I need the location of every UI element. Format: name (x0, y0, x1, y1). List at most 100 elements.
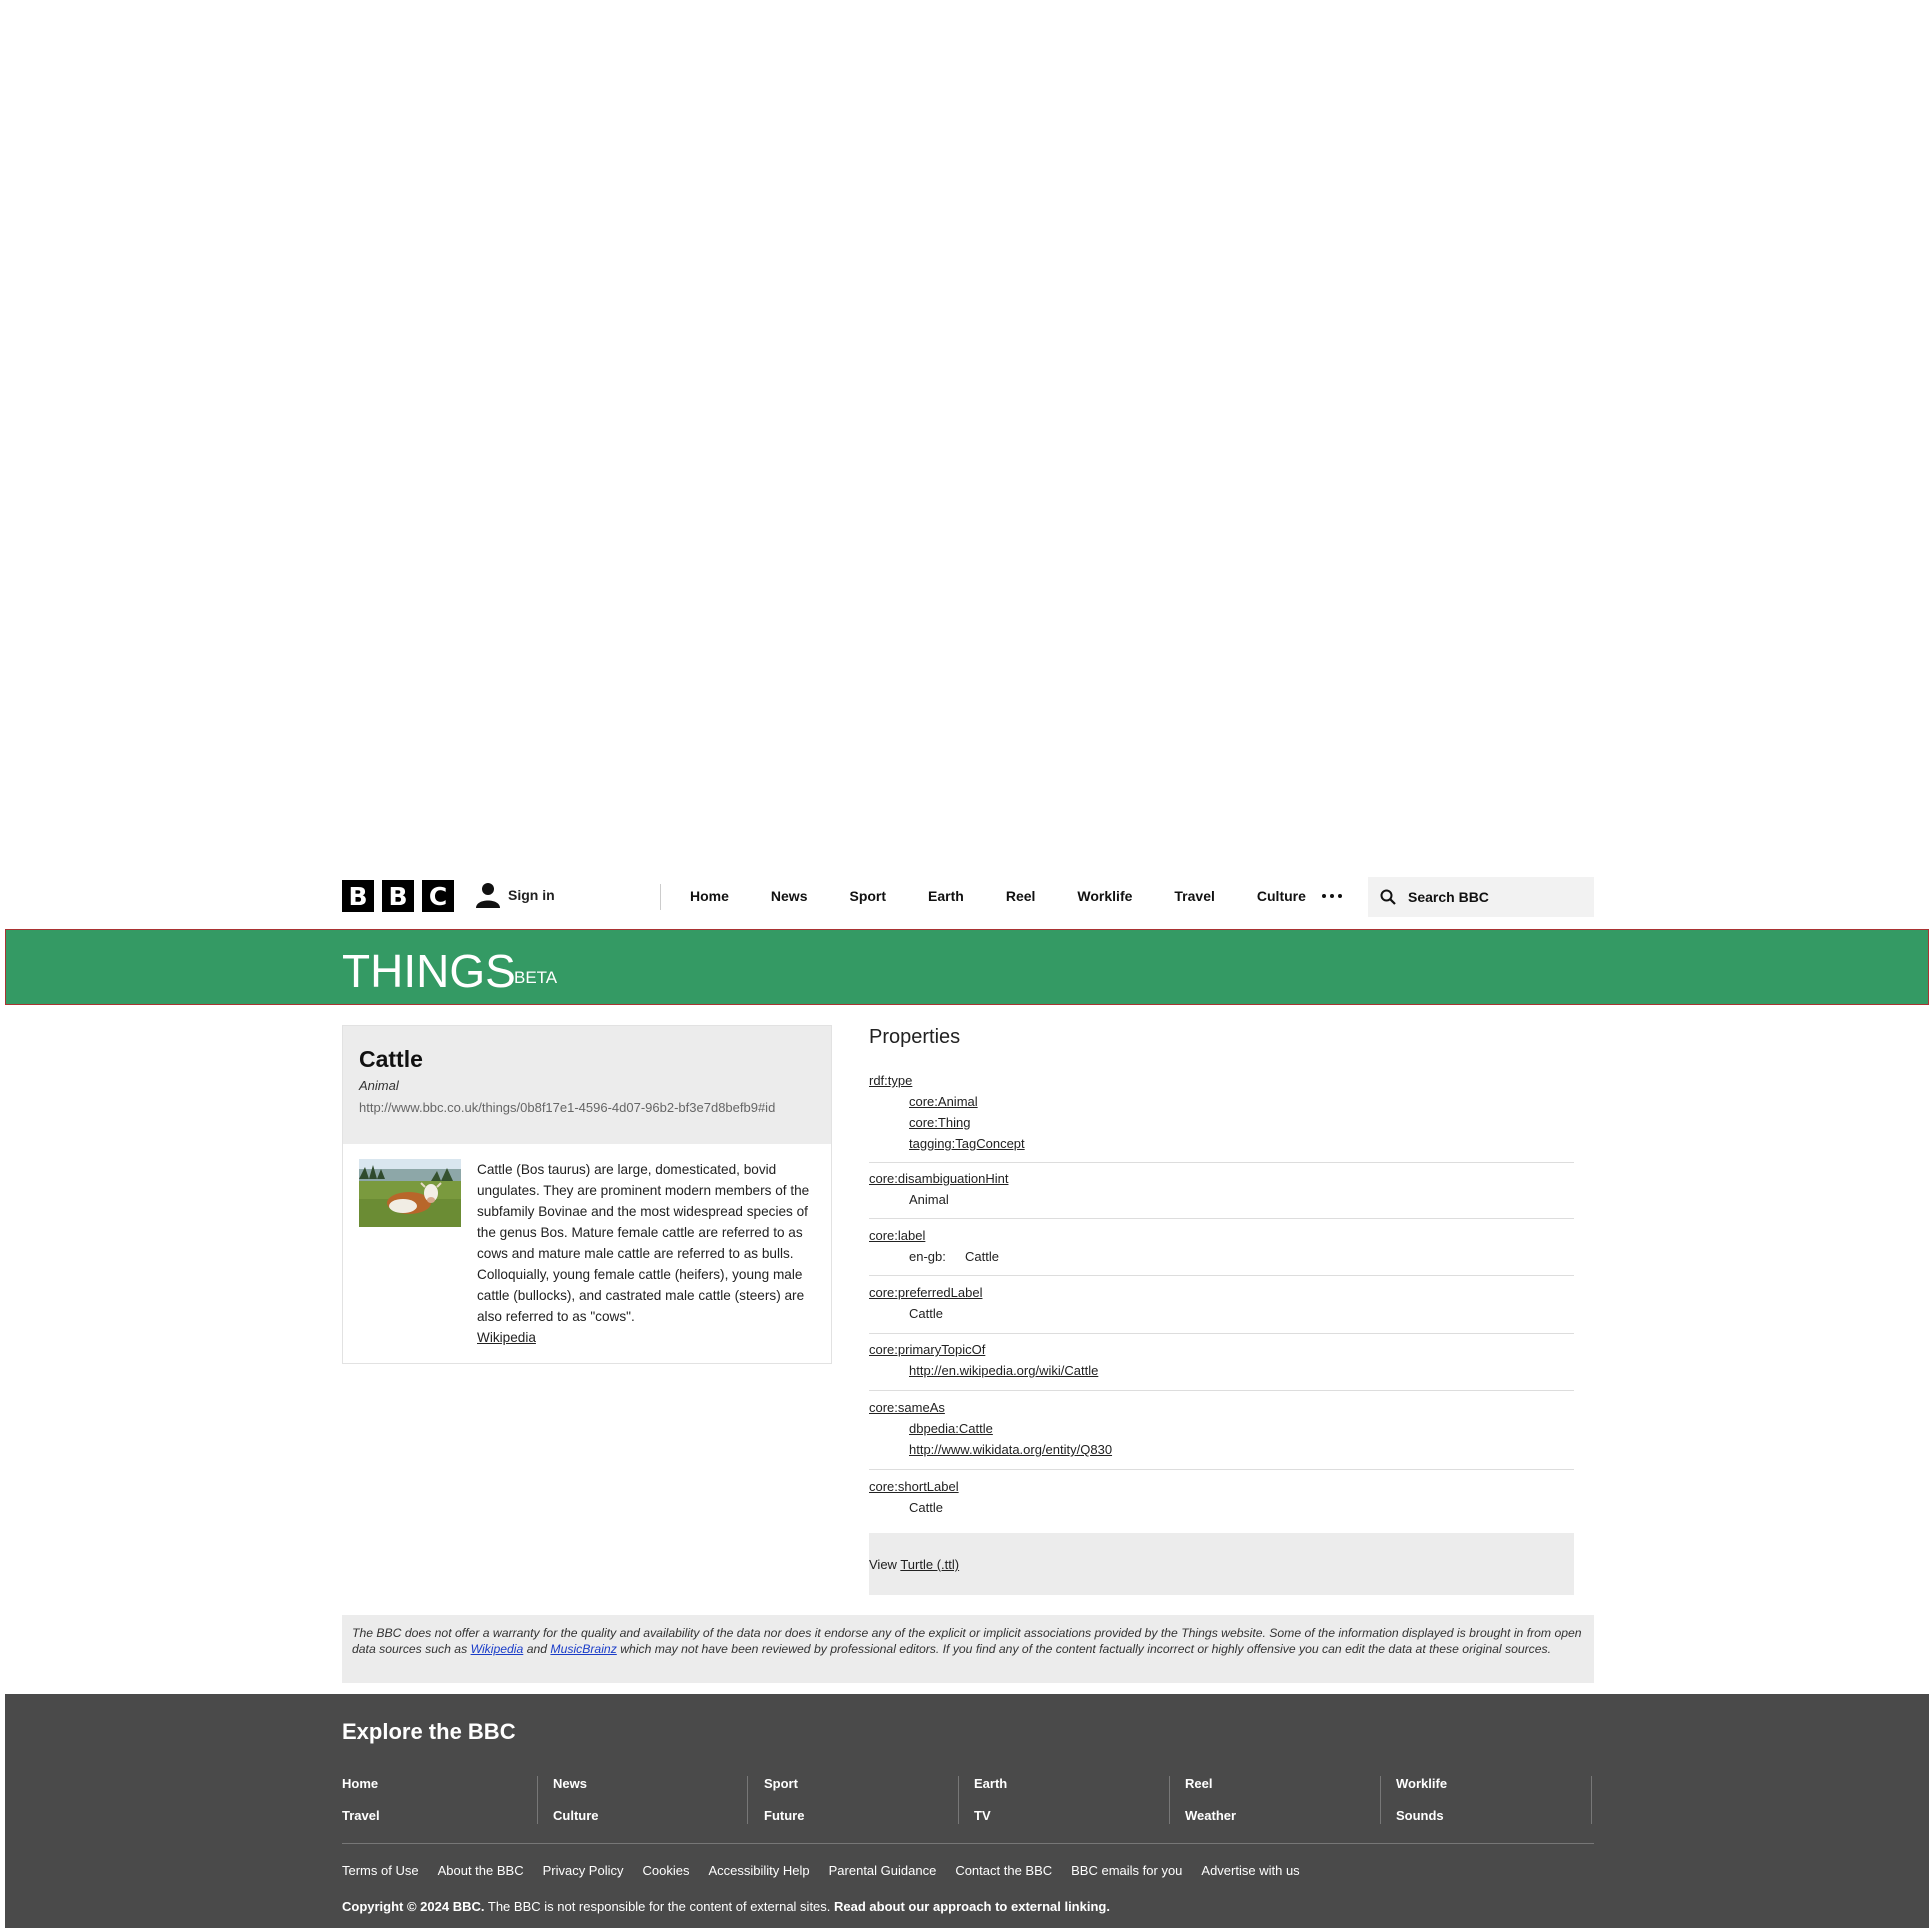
footer-nav-link[interactable]: Sport (764, 1776, 798, 1791)
footer-nav-link[interactable]: Culture (553, 1808, 599, 1823)
banner-title[interactable]: THINGS (342, 944, 516, 998)
turtle-link[interactable]: Turtle (.ttl) (900, 1557, 959, 1572)
disclaimer-wikipedia-link[interactable]: Wikipedia (471, 1642, 524, 1656)
property-value-link[interactable]: tagging:TagConcept (909, 1136, 1025, 1151)
footer-nav-link[interactable]: TV (974, 1808, 991, 1823)
property-key[interactable]: core:shortLabel (869, 1479, 959, 1494)
property-short-label: core:shortLabel Cattle (869, 1479, 1574, 1519)
footer-nav-link[interactable]: News (553, 1776, 587, 1791)
footer-nav-link[interactable]: Reel (1185, 1776, 1212, 1791)
footer-column: Sport Future (764, 1776, 959, 1824)
disclaimer-and: and (526, 1642, 548, 1656)
footer-nav-link[interactable]: Future (764, 1808, 804, 1823)
thing-uri: http://www.bbc.co.uk/things/0b8f17e1-459… (359, 1100, 776, 1115)
data-disclaimer: The BBC does not offer a warranty for th… (342, 1615, 1594, 1683)
footer-link-accessibility[interactable]: Accessibility Help (708, 1863, 809, 1878)
copyright-line: Copyright © 2024 BBC. The BBC is not res… (342, 1899, 1110, 1914)
main-nav: Home News Sport Earth Reel Worklife Trav… (690, 868, 1348, 924)
footer-nav-link[interactable]: Travel (342, 1808, 380, 1823)
explore-heading: Explore the BBC (342, 1719, 516, 1744)
logo-letter: B (382, 880, 414, 912)
header-divider (660, 884, 661, 910)
property-value: Animal (909, 1192, 949, 1207)
logo-letter: B (342, 880, 374, 912)
footer-link-about[interactable]: About the BBC (438, 1863, 524, 1878)
nav-sport[interactable]: Sport (849, 888, 886, 904)
search-box[interactable] (1368, 877, 1594, 917)
footer-nav-link[interactable]: Weather (1185, 1808, 1236, 1823)
property-key[interactable]: core:label (869, 1228, 925, 1243)
disclaimer-text-end: which may not have been reviewed by prof… (620, 1642, 1552, 1656)
nav-reel[interactable]: Reel (1006, 888, 1036, 904)
property-key[interactable]: core:primaryTopicOf (869, 1342, 985, 1357)
cattle-image (359, 1159, 461, 1227)
footer-legal-links: Terms of Use About the BBC Privacy Polic… (342, 1863, 1300, 1878)
property-key[interactable]: core:sameAs (869, 1400, 945, 1415)
beta-badge: BETA (514, 968, 558, 987)
footer-link-parental[interactable]: Parental Guidance (829, 1863, 937, 1878)
wikipedia-link[interactable]: Wikipedia (477, 1330, 536, 1345)
property-same-as: core:sameAs dbpedia:Cattle http://www.wi… (869, 1400, 1574, 1470)
footer-divider (342, 1843, 1594, 1844)
footer-nav-link[interactable]: Sounds (1396, 1808, 1444, 1823)
property-value-link[interactable]: dbpedia:Cattle (909, 1421, 993, 1436)
footer-nav-link[interactable]: Worklife (1396, 1776, 1447, 1791)
nav-worklife[interactable]: Worklife (1077, 888, 1132, 904)
search-input[interactable] (1406, 888, 1590, 906)
property-value-link[interactable]: http://en.wikipedia.org/wiki/Cattle (909, 1363, 1098, 1378)
disclaimer-musicbrainz-link[interactable]: MusicBrainz (550, 1642, 616, 1656)
nav-earth[interactable]: Earth (928, 888, 964, 904)
property-primary-topic-of: core:primaryTopicOf http://en.wikipedia.… (869, 1342, 1574, 1391)
thing-name: Cattle (359, 1046, 423, 1072)
footer-nav-link[interactable]: Earth (974, 1776, 1007, 1791)
footer-column: News Culture (553, 1776, 748, 1824)
more-menu-icon[interactable] (1322, 894, 1342, 898)
description-text: Cattle (Bos taurus) are large, domestica… (477, 1162, 810, 1324)
property-key[interactable]: rdf:type (869, 1073, 912, 1088)
property-value-link[interactable]: core:Animal (909, 1094, 978, 1109)
footer-link-emails[interactable]: BBC emails for you (1071, 1863, 1182, 1878)
footer-link-terms[interactable]: Terms of Use (342, 1863, 419, 1878)
footer-column: Reel Weather (1185, 1776, 1381, 1824)
property-value-link[interactable]: http://www.wikidata.org/entity/Q830 (909, 1442, 1112, 1457)
property-rdf-type: rdf:type core:Animal core:Thing tagging:… (869, 1073, 1574, 1163)
footer-nav-link[interactable]: Home (342, 1776, 378, 1791)
nav-news[interactable]: News (771, 888, 808, 904)
sign-in-label: Sign in (508, 887, 555, 903)
thing-description: Cattle (Bos taurus) are large, domestica… (477, 1159, 813, 1348)
property-preferred-label: core:preferredLabel Cattle (869, 1285, 1574, 1334)
logo-letter: C (422, 880, 454, 912)
property-value-link[interactable]: core:Thing (909, 1115, 970, 1130)
property-lang: en-gb: (909, 1249, 946, 1264)
properties-heading: Properties (869, 1026, 961, 1048)
copyright-note: The BBC is not responsible for the conte… (487, 1899, 831, 1914)
property-value: Cattle (909, 1306, 943, 1321)
nav-culture[interactable]: Culture (1257, 888, 1306, 904)
property-key[interactable]: core:disambiguationHint (869, 1171, 1008, 1186)
things-banner: THINGS BETA (5, 929, 1929, 1005)
property-label: core:label en-gb: Cattle (869, 1228, 1574, 1276)
property-disambiguation-hint: core:disambiguationHint Animal (869, 1171, 1574, 1219)
footer-column: Earth TV (974, 1776, 1170, 1824)
bbc-footer: Explore the BBC Home Travel News Culture… (5, 1694, 1929, 1928)
view-turtle-box: View Turtle (.ttl) (869, 1533, 1574, 1595)
footer-link-advertise[interactable]: Advertise with us (1201, 1863, 1299, 1878)
footer-link-cookies[interactable]: Cookies (643, 1863, 690, 1878)
view-turtle-line: View Turtle (.ttl) (869, 1557, 959, 1572)
thing-card-header: Cattle Animal http://www.bbc.co.uk/thing… (343, 1026, 831, 1144)
nav-home[interactable]: Home (690, 888, 729, 904)
nav-travel[interactable]: Travel (1174, 888, 1214, 904)
user-icon (476, 883, 500, 908)
sign-in-button[interactable]: Sign in (476, 882, 555, 908)
bbc-header: B B C Sign in Home News Sport Earth Reel… (342, 868, 1594, 924)
external-linking-link[interactable]: Read about our approach to external link… (834, 1899, 1110, 1914)
copyright-text: Copyright © 2024 BBC. (342, 1899, 485, 1914)
property-value: Cattle (909, 1500, 943, 1515)
footer-link-privacy[interactable]: Privacy Policy (543, 1863, 624, 1878)
bbc-logo[interactable]: B B C (342, 880, 454, 912)
footer-link-contact[interactable]: Contact the BBC (955, 1863, 1052, 1878)
thing-type: Animal (359, 1078, 399, 1093)
search-icon (1380, 889, 1396, 905)
footer-column: Worklife Sounds (1396, 1776, 1592, 1824)
property-key[interactable]: core:preferredLabel (869, 1285, 982, 1300)
